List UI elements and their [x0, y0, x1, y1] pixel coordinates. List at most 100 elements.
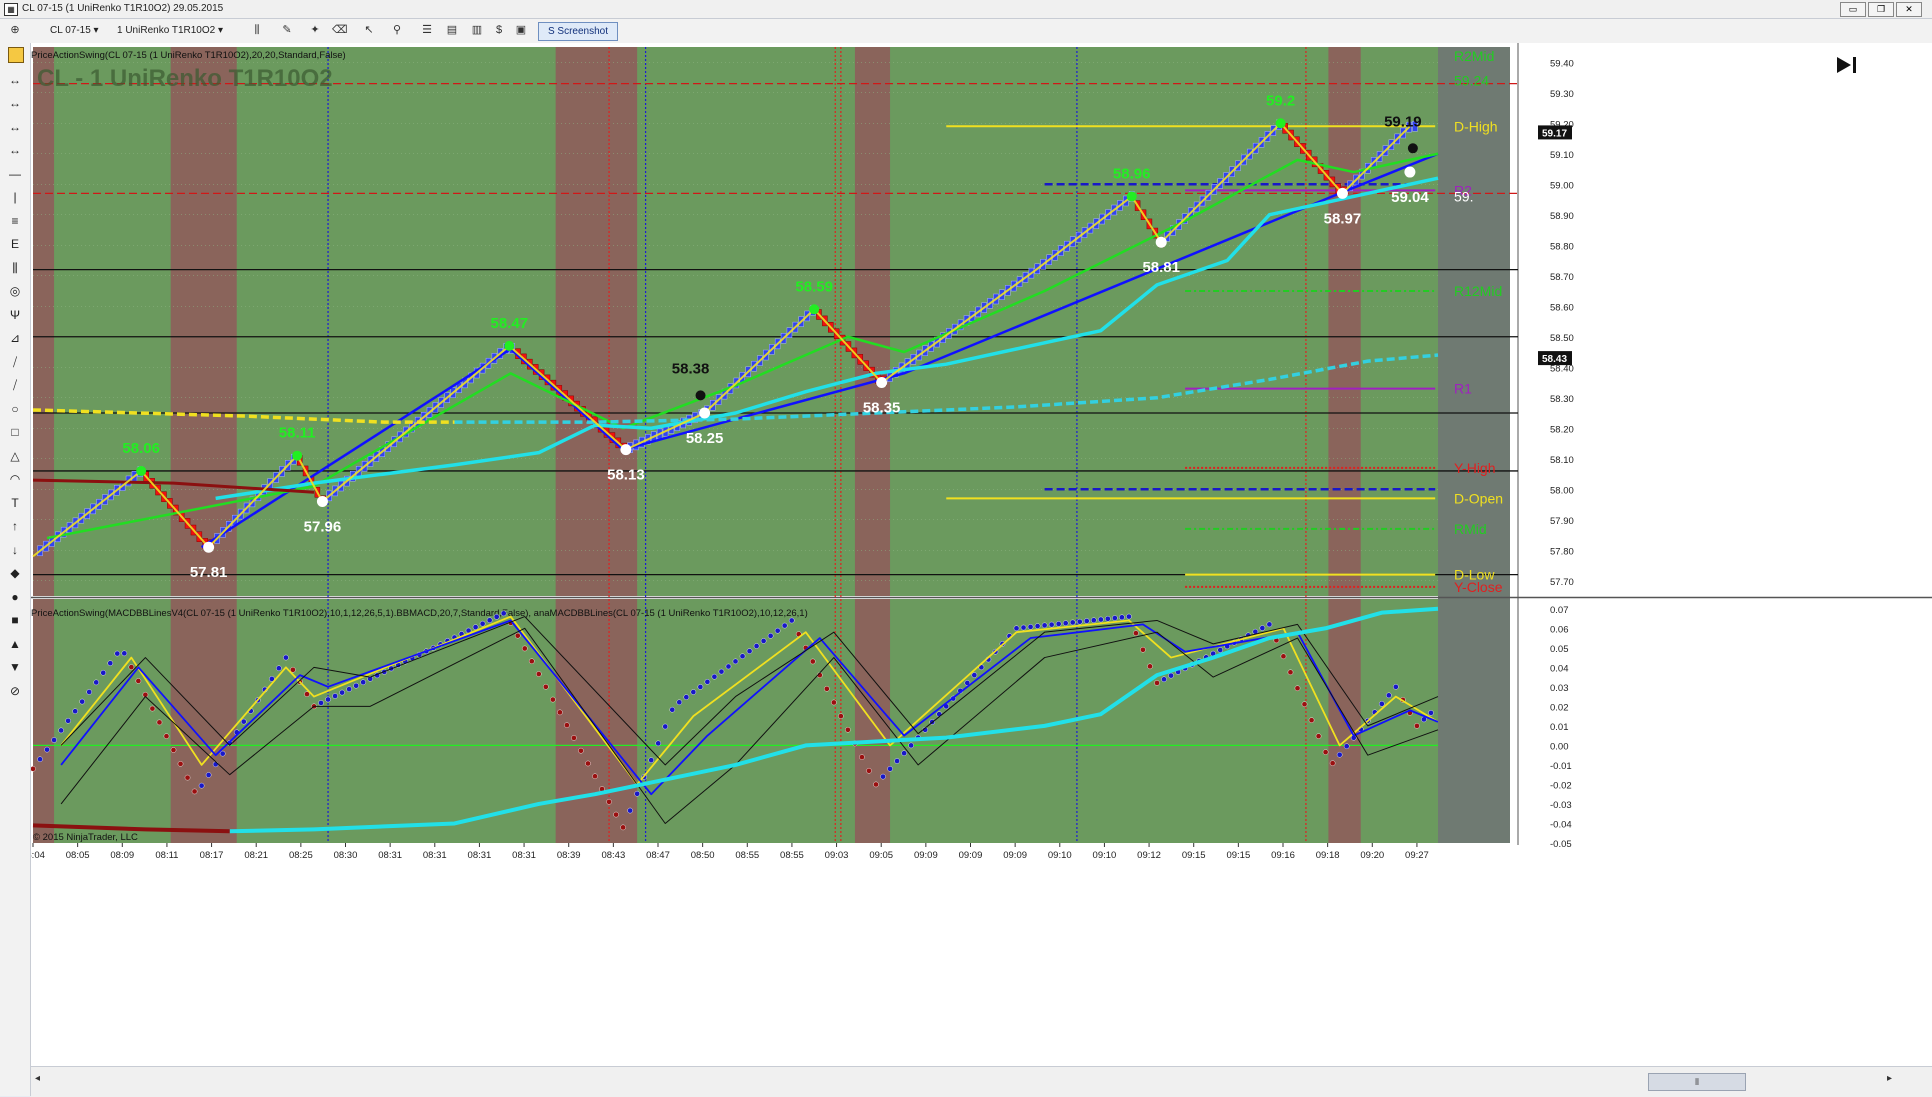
session-shade [854, 47, 891, 596]
eraser-icon[interactable]: ⌫ [332, 23, 348, 37]
tool-4-icon[interactable]: ↔ [6, 141, 24, 159]
osc-tick-label: -0.03 [1550, 800, 1572, 811]
osc-tick-label: -0.05 [1550, 839, 1572, 850]
bar-type-icon[interactable]: ⫼ [250, 23, 264, 37]
tool-22-icon[interactable]: ◆ [6, 564, 24, 582]
swing-high-dot [1126, 191, 1137, 202]
chart-area[interactable]: R2Mid59.24D-HighR259.R12MidR1Y-HighD-Ope… [31, 43, 1932, 1066]
tool-6-icon[interactable]: | [6, 188, 24, 206]
macd-dot [1428, 710, 1434, 716]
draw-tool-icon[interactable]: ✎ [280, 23, 294, 37]
tool-2-icon[interactable]: ↔ [6, 94, 24, 112]
macd-dot [781, 622, 788, 629]
tool-1-icon[interactable]: ↔ [6, 71, 24, 89]
macd-dot [107, 660, 114, 666]
close-button[interactable]: ✕ [1896, 2, 1922, 17]
macd-dot [894, 758, 900, 764]
tool-23-icon[interactable]: ● [6, 588, 24, 606]
tool-8-icon[interactable]: E [6, 235, 24, 253]
tool-18-icon[interactable]: ◠ [6, 470, 24, 488]
tool-16-icon[interactable]: □ [6, 423, 24, 441]
macd-dot [283, 654, 289, 661]
x-tick-label: 08:17 [200, 850, 224, 861]
macd-dot [760, 638, 767, 644]
pin-icon[interactable]: ⊕ [8, 23, 22, 37]
macd-dot [620, 824, 626, 831]
swing-low-label: 58.35 [863, 400, 901, 417]
instrument-selector[interactable]: CL 07-15 ▾ [50, 23, 99, 39]
swing-low-label: 58.81 [1142, 259, 1180, 276]
tool-17-icon[interactable]: △ [6, 447, 24, 465]
osc-indicator-label: PriceActionSwing(MACDBBLinesV4(CL 07-15 … [31, 608, 808, 619]
tool-0-icon[interactable] [8, 47, 24, 63]
osc-tick-label: 0.07 [1550, 605, 1569, 616]
tool-20-icon[interactable]: ↑ [6, 517, 24, 535]
pivot-label: D-Open [1454, 490, 1503, 506]
macd-dot [655, 740, 662, 747]
tool-19-icon[interactable]: T [6, 494, 24, 512]
macd-dot [732, 658, 739, 665]
scroll-right-icon[interactable]: ▸ [1887, 1073, 1892, 1084]
macd-dot [325, 696, 331, 703]
swing-high-dot [504, 340, 515, 351]
macd-dot [177, 761, 184, 767]
minimize-button[interactable]: ▭ [1840, 2, 1866, 17]
macd-dot [809, 658, 816, 665]
macd-dot [1090, 617, 1097, 624]
macd-dot [908, 742, 914, 749]
properties-icon[interactable]: ☰ [420, 23, 434, 37]
cursor-icon[interactable]: ↖ [362, 23, 376, 37]
strategies-icon[interactable]: ▥ [470, 23, 484, 37]
x-tick-label: 09:15 [1182, 850, 1206, 861]
tool-5-icon[interactable]: — [6, 165, 24, 183]
swing-low-dot [1404, 166, 1416, 178]
x-tick-label: 08:11 [155, 850, 178, 861]
swing-high-label: 59.2 [1266, 92, 1295, 109]
macd-dot [191, 788, 198, 795]
tool-14-icon[interactable]: ⧸ [6, 376, 24, 394]
period-selector[interactable]: 1 UniRenko T1R10O2 ▾ [117, 23, 223, 39]
tool-15-icon[interactable]: ○ [6, 400, 24, 418]
osc-tick-label: 0.00 [1550, 741, 1569, 752]
osc-tick-label: -0.02 [1550, 780, 1572, 791]
swing-low-dot [620, 444, 632, 456]
tool-11-icon[interactable]: Ψ [6, 306, 24, 324]
tool-13-icon[interactable]: ⧸ [6, 353, 24, 371]
horizontal-scrollbar[interactable]: ◂ ⫴ ▸ [31, 1066, 1932, 1097]
macd-dot [971, 672, 978, 678]
screenshot-button[interactable]: S Screenshot [538, 22, 618, 41]
wand-icon[interactable]: ✦ [308, 23, 322, 37]
macd-dot [613, 811, 619, 818]
pivot-label: RMid [1454, 521, 1487, 537]
tool-3-icon[interactable]: ↔ [6, 118, 24, 136]
dollar-icon[interactable]: $ [492, 23, 506, 37]
swing-high-dot [136, 465, 147, 476]
tool-26-icon[interactable]: ▼ [6, 658, 24, 676]
tool-25-icon[interactable]: ▲ [6, 635, 24, 653]
maximize-button[interactable]: ❐ [1868, 2, 1894, 17]
tool-21-icon[interactable]: ↓ [6, 541, 24, 559]
macd-dot [1379, 701, 1385, 707]
indicators-icon[interactable]: ▤ [445, 23, 459, 37]
osc-tick-label: 0.06 [1550, 624, 1569, 635]
scroll-thumb[interactable]: ⫴ [1648, 1073, 1746, 1091]
data-box-icon[interactable]: ▣ [514, 23, 528, 37]
tool-7-icon[interactable]: ≡ [6, 212, 24, 230]
tool-12-icon[interactable]: ⊿ [6, 329, 24, 347]
zoom-icon[interactable]: ⚲ [390, 23, 404, 37]
macd-dot [1105, 615, 1111, 622]
macd-dot [276, 665, 282, 672]
tool-27-icon[interactable]: ⊘ [6, 682, 24, 700]
macd-dot [514, 632, 521, 639]
price-tick-label: 57.80 [1550, 546, 1574, 557]
swing-low-dot [876, 377, 888, 388]
scroll-left-icon[interactable]: ◂ [35, 1073, 40, 1084]
macd-dot [1069, 619, 1076, 626]
macd-dot [79, 698, 85, 705]
pivot-label: Y-High [1454, 460, 1496, 476]
tool-9-icon[interactable]: ⫼ [6, 259, 24, 277]
tool-24-icon[interactable]: ■ [6, 611, 24, 629]
macd-dot [156, 719, 163, 726]
tool-10-icon[interactable]: ◎ [6, 282, 24, 300]
price-tick-label: 58.30 [1550, 394, 1574, 405]
